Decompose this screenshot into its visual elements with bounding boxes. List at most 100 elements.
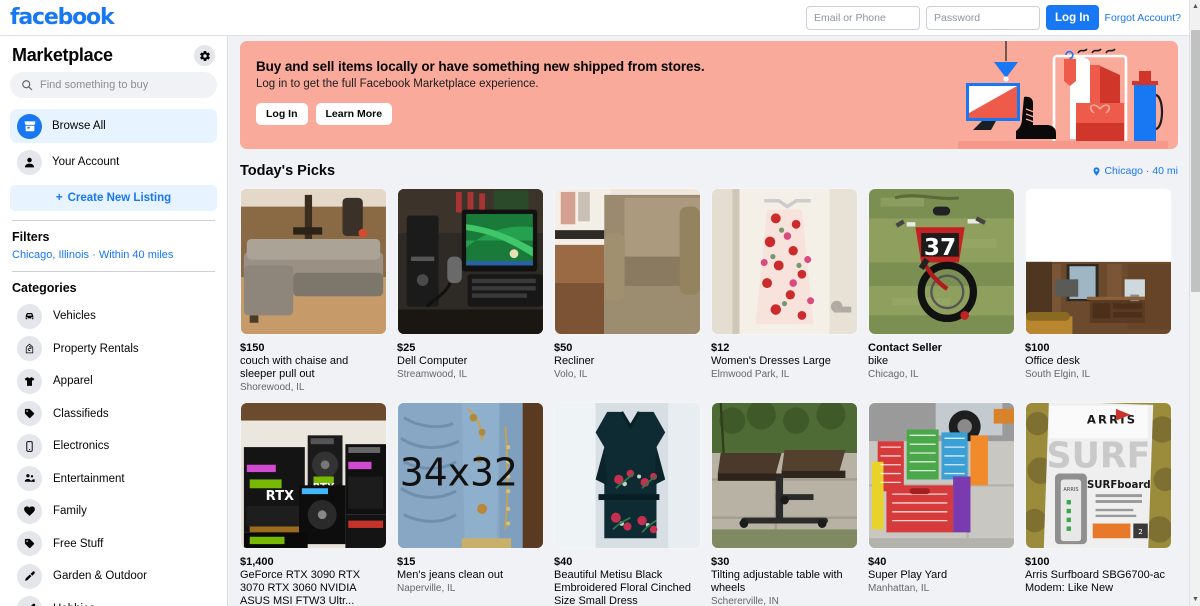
sidebar-item-browse-all[interactable]: Browse All	[10, 109, 217, 143]
sidebar-divider-1	[12, 220, 215, 221]
listing-location: South Elgin, IL	[1025, 369, 1091, 380]
picks-location-link[interactable]: Chicago · 40 mi	[1092, 165, 1178, 177]
listing-card[interactable]: RTXRTX $1,400GeForce RTX 3090 RTX 3070 RT…	[240, 402, 387, 606]
forgot-account-link[interactable]: Forgot Account?	[1105, 12, 1181, 24]
svg-text:RTX: RTX	[266, 489, 294, 504]
listing-title: Men's jeans clean out	[397, 569, 504, 581]
promo-illustration	[958, 41, 1168, 149]
car-icon	[17, 303, 42, 329]
listing-title: Dell Computer	[397, 355, 468, 367]
listing-title: Arris Surfboard SBG6700-ac Modem: Like N…	[1025, 569, 1166, 594]
listing-title: Office desk	[1025, 355, 1080, 367]
sidebar-category-electronics[interactable]: Electronics	[10, 430, 217, 463]
listing-location: Manhattan, IL	[868, 583, 930, 594]
sidebar-category-classifieds[interactable]: Classifieds	[10, 398, 217, 431]
svg-text:ARRIS: ARRIS	[1063, 487, 1078, 493]
listing-image[interactable]	[711, 402, 858, 549]
promo-login-button[interactable]: Log In	[256, 103, 308, 125]
filter-location-link[interactable]: Chicago, Illinois · Within 40 miles	[10, 249, 217, 271]
facebook-logo[interactable]: facebook	[10, 5, 115, 30]
listing-price: $1,400	[240, 556, 274, 568]
listing-title: Tilting adjustable table with wheels	[711, 569, 843, 594]
sidebar-category-vehicles[interactable]: Vehicles	[10, 300, 217, 333]
header-login-button[interactable]: Log In	[1046, 5, 1099, 30]
listing-image[interactable]: 37	[868, 188, 1015, 335]
scrollbar-thumb[interactable]	[1191, 30, 1200, 292]
search-icon	[22, 80, 33, 91]
listing-image[interactable]: 34x32	[397, 402, 544, 549]
scroll-down-arrow-icon[interactable]: ▼	[1190, 594, 1200, 605]
sidebar-item-label: Your Account	[52, 156, 120, 168]
listing-card[interactable]: ARRIS SURF ARRIS SURFboard 2 $100 Arris Surfbo…	[1025, 402, 1172, 606]
sidebar-divider-2	[12, 271, 215, 272]
scroll-up-arrow-icon[interactable]: ▲	[1190, 1, 1200, 12]
listing-price: $150	[240, 342, 265, 354]
listing-card[interactable]: $50 Recliner Volo, IL	[554, 188, 701, 393]
listing-card[interactable]: $40 Super Play Yard Manhattan, IL	[868, 402, 1015, 606]
email-or-phone-input[interactable]	[806, 5, 921, 30]
search-placeholder-text: Find something to buy	[40, 79, 149, 91]
listing-location: Volo, IL	[554, 369, 588, 380]
sidebar-category-garden-outdoor[interactable]: Garden & Outdoor	[10, 560, 217, 593]
promo-learn-more-button[interactable]: Learn More	[315, 103, 393, 125]
listing-card[interactable]: 34x32 $15 Men's jeans clean out Naperville,…	[397, 402, 544, 606]
listing-image[interactable]	[1025, 188, 1172, 335]
create-listing-label: Create New Listing	[67, 192, 172, 204]
page-title: Marketplace	[12, 45, 113, 65]
listing-price: $25	[397, 342, 416, 354]
listing-card[interactable]: $12 Women's Dresses Large Elmwood Park, IL	[711, 188, 858, 393]
listing-card[interactable]: $30 Tilting adjustable table with wheels S…	[711, 402, 858, 606]
search-input[interactable]: Find something to buy	[10, 72, 217, 98]
listing-location: Naperville, IL	[397, 583, 456, 594]
sidebar-category-free-stuff[interactable]: Free Stuff	[10, 528, 217, 561]
sidebar-category-apparel[interactable]: Apparel	[10, 365, 217, 398]
top-header-bar: facebook Log In Forgot Account?	[0, 0, 1189, 36]
sidebar-category-entertainment[interactable]: Entertainment	[10, 463, 217, 496]
password-input[interactable]	[926, 5, 1041, 30]
sidebar-category-label: Vehicles	[53, 310, 96, 323]
house-money-icon	[17, 336, 42, 362]
gear-icon[interactable]	[194, 45, 215, 66]
sidebar-category-label: Garden & Outdoor	[53, 570, 147, 583]
listing-location: Elmwood Park, IL	[711, 369, 790, 380]
listing-image[interactable]: ARRIS SURF ARRIS SURFboard 2	[1025, 402, 1172, 549]
listing-image[interactable]	[711, 188, 858, 335]
listing-card[interactable]: $40 Beautiful Metisu Black Embroidered Fl…	[554, 402, 701, 606]
listing-price: $40	[554, 556, 573, 568]
category-list: Vehicles Property Rentals Apparel Classifie…	[10, 300, 217, 606]
create-new-listing-button[interactable]: + Create New Listing	[10, 185, 217, 211]
sidebar-category-label: Property Rentals	[53, 342, 139, 355]
listing-card[interactable]: 37 Contact Seller bike Chicago, IL	[868, 188, 1015, 393]
sidebar-item-label: Browse All	[52, 120, 106, 132]
page-scrollbar[interactable]: ▲ ▼	[1189, 0, 1200, 606]
listing-price: $15	[397, 556, 416, 568]
storefront-icon	[17, 113, 42, 139]
sidebar-category-label: Entertainment	[53, 472, 125, 485]
listing-image[interactable]: RTXRTX	[240, 402, 387, 549]
sidebar-category-hobbies[interactable]: Hobbies	[10, 593, 217, 606]
listing-card[interactable]: $150 couch with chaise and sleeper pull o…	[240, 188, 387, 393]
listing-price: Contact Seller	[868, 342, 942, 354]
listing-price: $12	[711, 342, 730, 354]
listing-price: $100	[1025, 342, 1050, 354]
sidebar-category-label: Apparel	[53, 375, 93, 388]
listing-image[interactable]	[868, 402, 1015, 549]
sidebar-header: Marketplace	[10, 36, 217, 72]
listing-card[interactable]: $100 Office desk South Elgin, IL	[1025, 188, 1172, 393]
svg-text:2: 2	[1138, 527, 1143, 536]
listing-card[interactable]: $25 Dell Computer Streamwood, IL	[397, 188, 544, 393]
listing-image[interactable]	[240, 188, 387, 335]
listing-title: Super Play Yard	[868, 569, 948, 581]
listing-image[interactable]	[397, 188, 544, 335]
listing-image[interactable]	[554, 402, 701, 549]
map-pin-icon	[1093, 166, 1100, 176]
sidebar-category-family[interactable]: Family	[10, 495, 217, 528]
sidebar-category-property-rentals[interactable]: Property Rentals	[10, 333, 217, 366]
listing-image[interactable]	[554, 188, 701, 335]
svg-text:SURFboard: SURFboard	[1087, 480, 1151, 491]
tag-icon	[17, 531, 42, 557]
tshirt-icon	[17, 368, 42, 394]
sidebar-item-your-account[interactable]: Your Account	[10, 145, 217, 179]
picks-location-label: Chicago · 40 mi	[1104, 165, 1178, 177]
brush-icon	[17, 596, 42, 606]
